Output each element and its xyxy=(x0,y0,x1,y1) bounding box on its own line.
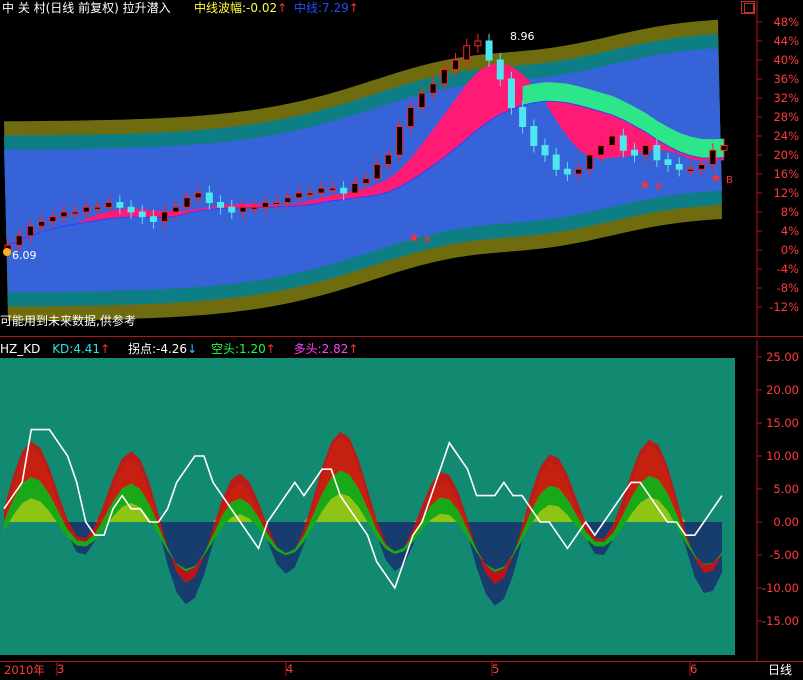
x-label-month-3: 3 xyxy=(57,662,65,676)
indicator-tick-label: 20.00 xyxy=(766,383,799,397)
indicator-tick-label: -10.00 xyxy=(761,581,799,595)
turn-arrow-icon: ↓ xyxy=(187,342,198,356)
bull-value: 2.82 xyxy=(321,342,349,356)
kd-value: 4.41 xyxy=(73,342,101,356)
indicator-name: HZ_KD xyxy=(0,342,41,356)
indicator-tick-label: 5.00 xyxy=(773,482,799,496)
x-label-year: 2010年 xyxy=(4,663,45,677)
kd-arrow-icon: ↑ xyxy=(100,342,111,356)
period-button[interactable]: 日线 xyxy=(768,661,792,678)
indicator-tick-label: -15.00 xyxy=(761,614,799,628)
indicator-tick-label: 15.00 xyxy=(766,416,799,430)
indicator-header: HZ_KD KD:4.41↑ 拐点:-4.26↓ 空头:1.20↑ 多头:2.8… xyxy=(0,342,359,356)
turn-value: -4.26 xyxy=(156,342,188,356)
indicator-tick-label: 10.00 xyxy=(766,449,799,463)
x-label-month-4: 4 xyxy=(286,662,294,676)
bear-value: 1.20 xyxy=(239,342,266,356)
bear-arrow-icon: ↑ xyxy=(265,342,276,356)
indicator-tick-label: -5.00 xyxy=(769,548,799,562)
x-label-month-5: 5 xyxy=(492,662,500,676)
bull-arrow-icon: ↑ xyxy=(348,342,359,356)
indicator-tick-label: 0.00 xyxy=(773,515,799,529)
x-label-month-6: 6 xyxy=(690,662,698,676)
indicator-tick-label: 25.00 xyxy=(766,350,799,364)
